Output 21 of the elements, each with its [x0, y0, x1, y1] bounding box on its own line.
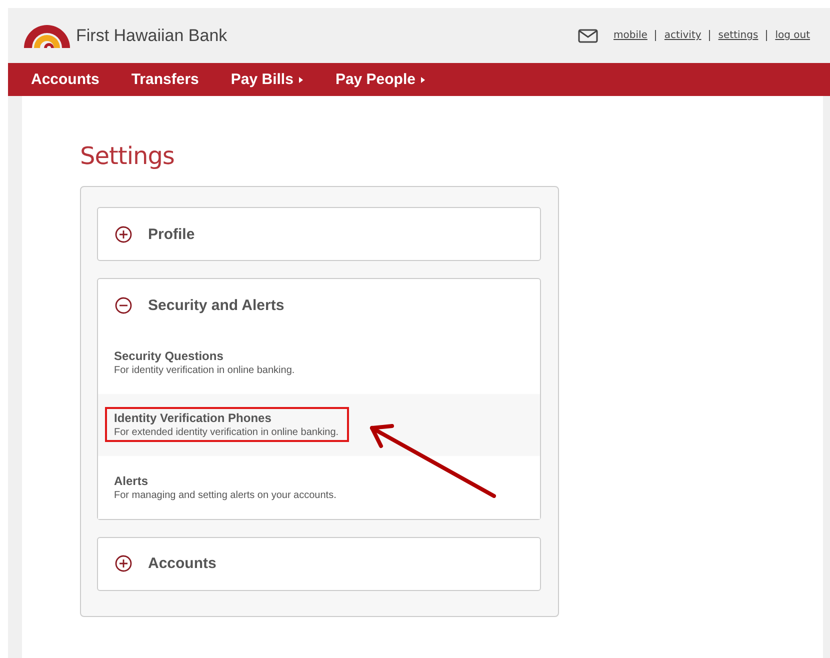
- header-link[interactable]: log out: [767, 30, 818, 41]
- setting-link[interactable]: Identity Verification Phones: [114, 411, 339, 426]
- setting-link[interactable]: Alerts: [114, 474, 336, 488]
- page-title: Settings: [80, 142, 176, 170]
- setting-description: For managing and setting alerts on your accounts.: [114, 490, 336, 501]
- header-link[interactable]: activity: [656, 30, 710, 41]
- nav-tab[interactable]: Accounts: [31, 71, 100, 88]
- logo-icon: [24, 24, 70, 48]
- setting-description: For extended identity verification in online banking.: [114, 427, 339, 438]
- section-header[interactable]: Security and Alerts: [98, 279, 540, 331]
- header-link[interactable]: settings: [710, 30, 766, 41]
- bank-name: First Hawaiian Bank: [76, 26, 228, 46]
- header-link[interactable]: mobile: [606, 30, 656, 41]
- setting-link[interactable]: Security Questions: [114, 348, 295, 363]
- nav-tab[interactable]: Pay People: [335, 71, 426, 88]
- section-header[interactable]: Accounts: [98, 538, 540, 590]
- section-header[interactable]: Profile: [98, 208, 540, 260]
- setting-description: For identity verification in online banking.: [114, 364, 295, 376]
- mail-icon[interactable]: [578, 28, 598, 42]
- nav-tab[interactable]: Transfers: [131, 71, 199, 88]
- nav-tab[interactable]: Pay Bills: [230, 71, 304, 88]
